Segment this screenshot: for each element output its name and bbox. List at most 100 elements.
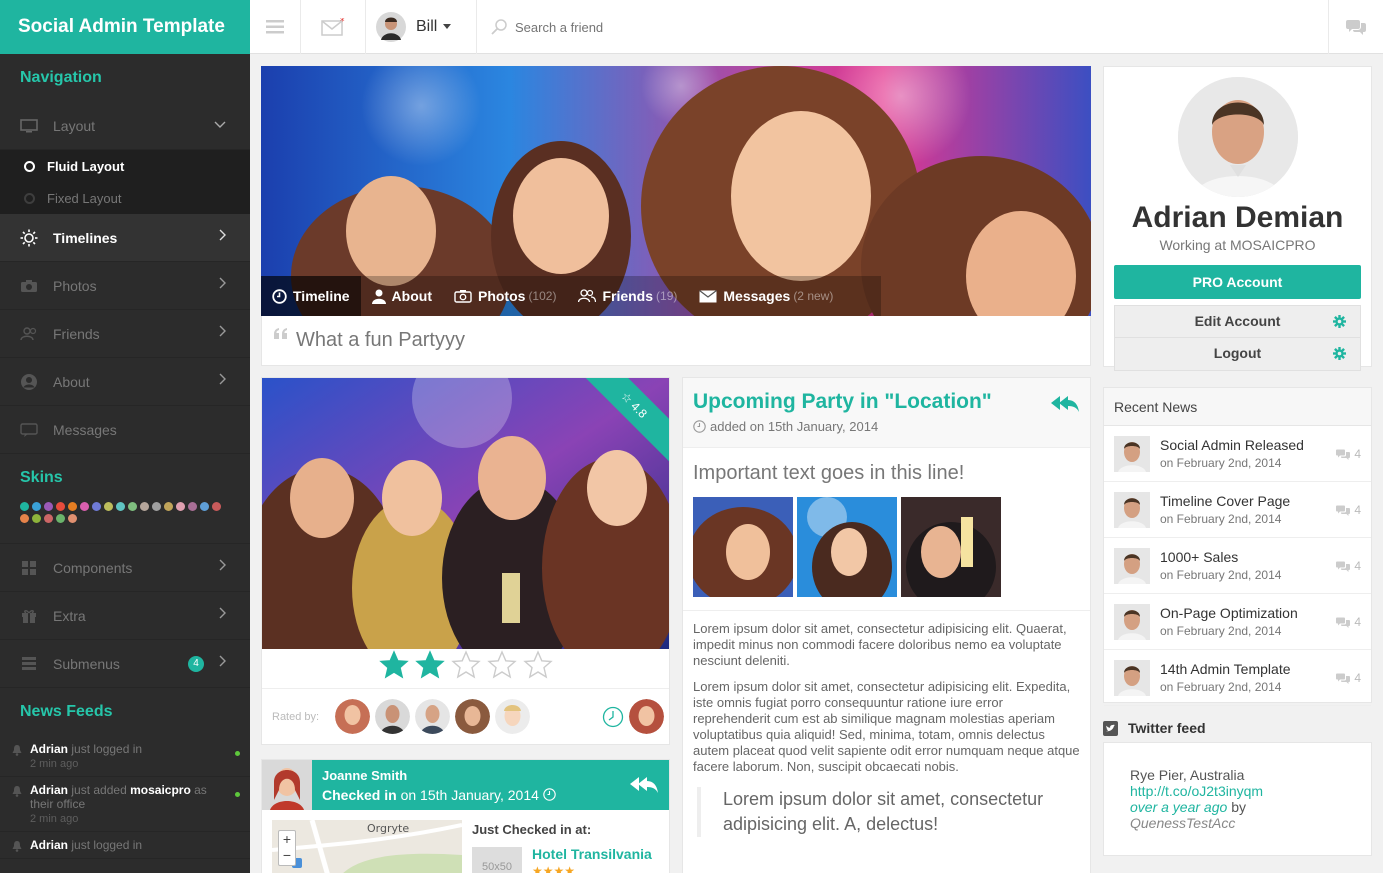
news-title[interactable]: 1000+ Sales [1160, 549, 1281, 565]
skin-swatch[interactable] [32, 502, 41, 511]
feed-user[interactable]: Adrian [30, 742, 68, 756]
pro-account-button[interactable]: PRO Account [1114, 265, 1361, 299]
submenu-fixed-layout[interactable]: Fixed Layout [0, 182, 250, 214]
news-title[interactable]: On-Page Optimization [1160, 605, 1298, 621]
star-filled-icon[interactable] [378, 650, 409, 680]
profile-avatar[interactable] [1177, 77, 1298, 197]
skin-swatch[interactable] [56, 514, 65, 523]
party-thumbnail[interactable] [901, 497, 1001, 597]
feed-text: just logged in [71, 838, 143, 852]
star-rating[interactable] [262, 650, 669, 683]
news-date: on February 2nd, 2014 [1160, 624, 1282, 638]
skin-swatch[interactable] [164, 502, 173, 511]
skin-swatch[interactable] [176, 502, 185, 511]
skin-swatch[interactable] [104, 502, 113, 511]
sidebar-item-components[interactable]: Components [0, 544, 250, 592]
skin-swatch[interactable] [68, 502, 77, 511]
skin-swatch[interactable] [200, 502, 209, 511]
feed-item[interactable]: Adrian just logged in [0, 832, 250, 859]
sidebar-item-timelines[interactable]: Timelines [0, 214, 250, 262]
news-title[interactable]: Timeline Cover Page [1160, 493, 1290, 509]
party-title[interactable]: Upcoming Party in "Location" [693, 390, 1080, 414]
skin-swatch[interactable] [20, 502, 29, 511]
feed-item[interactable]: Adrian just added mosaicpro as their off… [0, 777, 250, 832]
tab-about[interactable]: About [361, 276, 443, 316]
skin-swatch[interactable] [44, 514, 53, 523]
star-empty-icon[interactable] [450, 650, 481, 680]
map-zoom-control[interactable]: + − [278, 830, 296, 866]
avatar[interactable] [495, 699, 531, 734]
news-item[interactable]: On-Page Optimization on February 2nd, 201… [1104, 594, 1371, 650]
tab-photos[interactable]: Photos (102) [443, 276, 567, 316]
skin-swatch[interactable] [128, 502, 137, 511]
feed-item[interactable]: Adrian just logged in 2 min ago [0, 736, 250, 777]
brand-title[interactable]: Social Admin Template [0, 0, 250, 54]
avatar[interactable] [335, 699, 371, 734]
sidebar-item-about[interactable]: About [0, 358, 250, 406]
mail-button[interactable]: * [301, 0, 366, 54]
skin-swatch[interactable] [68, 514, 77, 523]
tab-timeline[interactable]: Timeline [261, 276, 361, 316]
party-thumbnail[interactable] [797, 497, 897, 597]
skin-swatch[interactable] [92, 502, 101, 511]
tweet-time[interactable]: over a year ago [1130, 799, 1227, 815]
avatar[interactable] [375, 699, 411, 734]
skin-swatch[interactable] [152, 502, 161, 511]
caret-down-icon [443, 24, 452, 29]
feed-target[interactable]: mosaicpro [130, 783, 191, 797]
submenu-fluid-layout[interactable]: Fluid Layout [0, 150, 250, 182]
tweet-link[interactable]: http://t.co/oJ2t3inyqm [1130, 783, 1371, 799]
skin-swatch[interactable] [140, 502, 149, 511]
star-empty-icon[interactable] [486, 650, 517, 680]
hotel-name-link[interactable]: Hotel Transilvania [532, 846, 652, 862]
news-item[interactable]: 1000+ Sales on February 2nd, 2014 4 [1104, 538, 1371, 594]
skin-swatch[interactable] [116, 502, 125, 511]
logout-button[interactable]: Logout [1114, 338, 1361, 371]
feed-user[interactable]: Adrian [30, 838, 68, 852]
camera-icon [20, 278, 38, 294]
skin-swatch[interactable] [44, 502, 53, 511]
sidebar-item-photos[interactable]: Photos [0, 262, 250, 310]
skin-swatch[interactable] [188, 502, 197, 511]
search-input[interactable] [515, 19, 815, 35]
star-empty-icon[interactable] [522, 650, 553, 680]
online-dot [235, 792, 240, 797]
avatar[interactable] [629, 699, 664, 734]
news-date: on February 2nd, 2014 [1160, 680, 1282, 694]
news-title[interactable]: Social Admin Released [1160, 437, 1304, 453]
party-thumbnail[interactable] [693, 497, 793, 597]
reply-all-icon[interactable] [629, 775, 659, 795]
sidebar-item-friends[interactable]: Friends [0, 310, 250, 358]
skin-swatch[interactable] [80, 502, 89, 511]
menu-toggle-button[interactable] [250, 0, 301, 54]
sidebar-item-submenus[interactable]: Submenus 4 [0, 640, 250, 688]
user-circle-icon [20, 373, 38, 390]
skin-swatch[interactable] [212, 502, 221, 511]
tab-friends[interactable]: Friends (19) [567, 276, 688, 316]
party-photo[interactable] [262, 378, 669, 649]
skin-swatch[interactable] [56, 502, 65, 511]
avatar[interactable] [455, 699, 491, 734]
news-item[interactable]: Social Admin Released on February 2nd, 20… [1104, 426, 1371, 482]
reply-all-icon[interactable] [1050, 394, 1080, 414]
feed-user[interactable]: Adrian [30, 783, 68, 797]
chat-bubbles-icon [1346, 20, 1366, 35]
sidebar-item-messages[interactable]: Messages [0, 406, 250, 454]
star-filled-icon[interactable] [414, 650, 445, 680]
news-title[interactable]: 14th Admin Template [1160, 661, 1291, 677]
map[interactable]: Orgryte + − [272, 820, 462, 873]
news-item[interactable]: Timeline Cover Page on February 2nd, 2014… [1104, 482, 1371, 538]
news-item[interactable]: 14th Admin Template on February 2nd, 2014… [1104, 650, 1371, 706]
edit-account-button[interactable]: Edit Account [1114, 305, 1361, 338]
checkin-user[interactable]: Joanne Smith [322, 768, 556, 783]
chat-button[interactable] [1329, 0, 1383, 54]
skin-swatch[interactable] [32, 514, 41, 523]
tweet-account[interactable]: QuenessTestAcc [1130, 815, 1371, 831]
avatar[interactable] [415, 699, 451, 734]
sidebar-item-layout[interactable]: Layout [0, 102, 250, 150]
avatar[interactable] [262, 760, 312, 810]
sidebar-item-extra[interactable]: Extra [0, 592, 250, 640]
user-menu[interactable]: Bill [366, 0, 477, 54]
skin-swatch[interactable] [20, 514, 29, 523]
tab-messages[interactable]: Messages (2 new) [688, 276, 844, 316]
